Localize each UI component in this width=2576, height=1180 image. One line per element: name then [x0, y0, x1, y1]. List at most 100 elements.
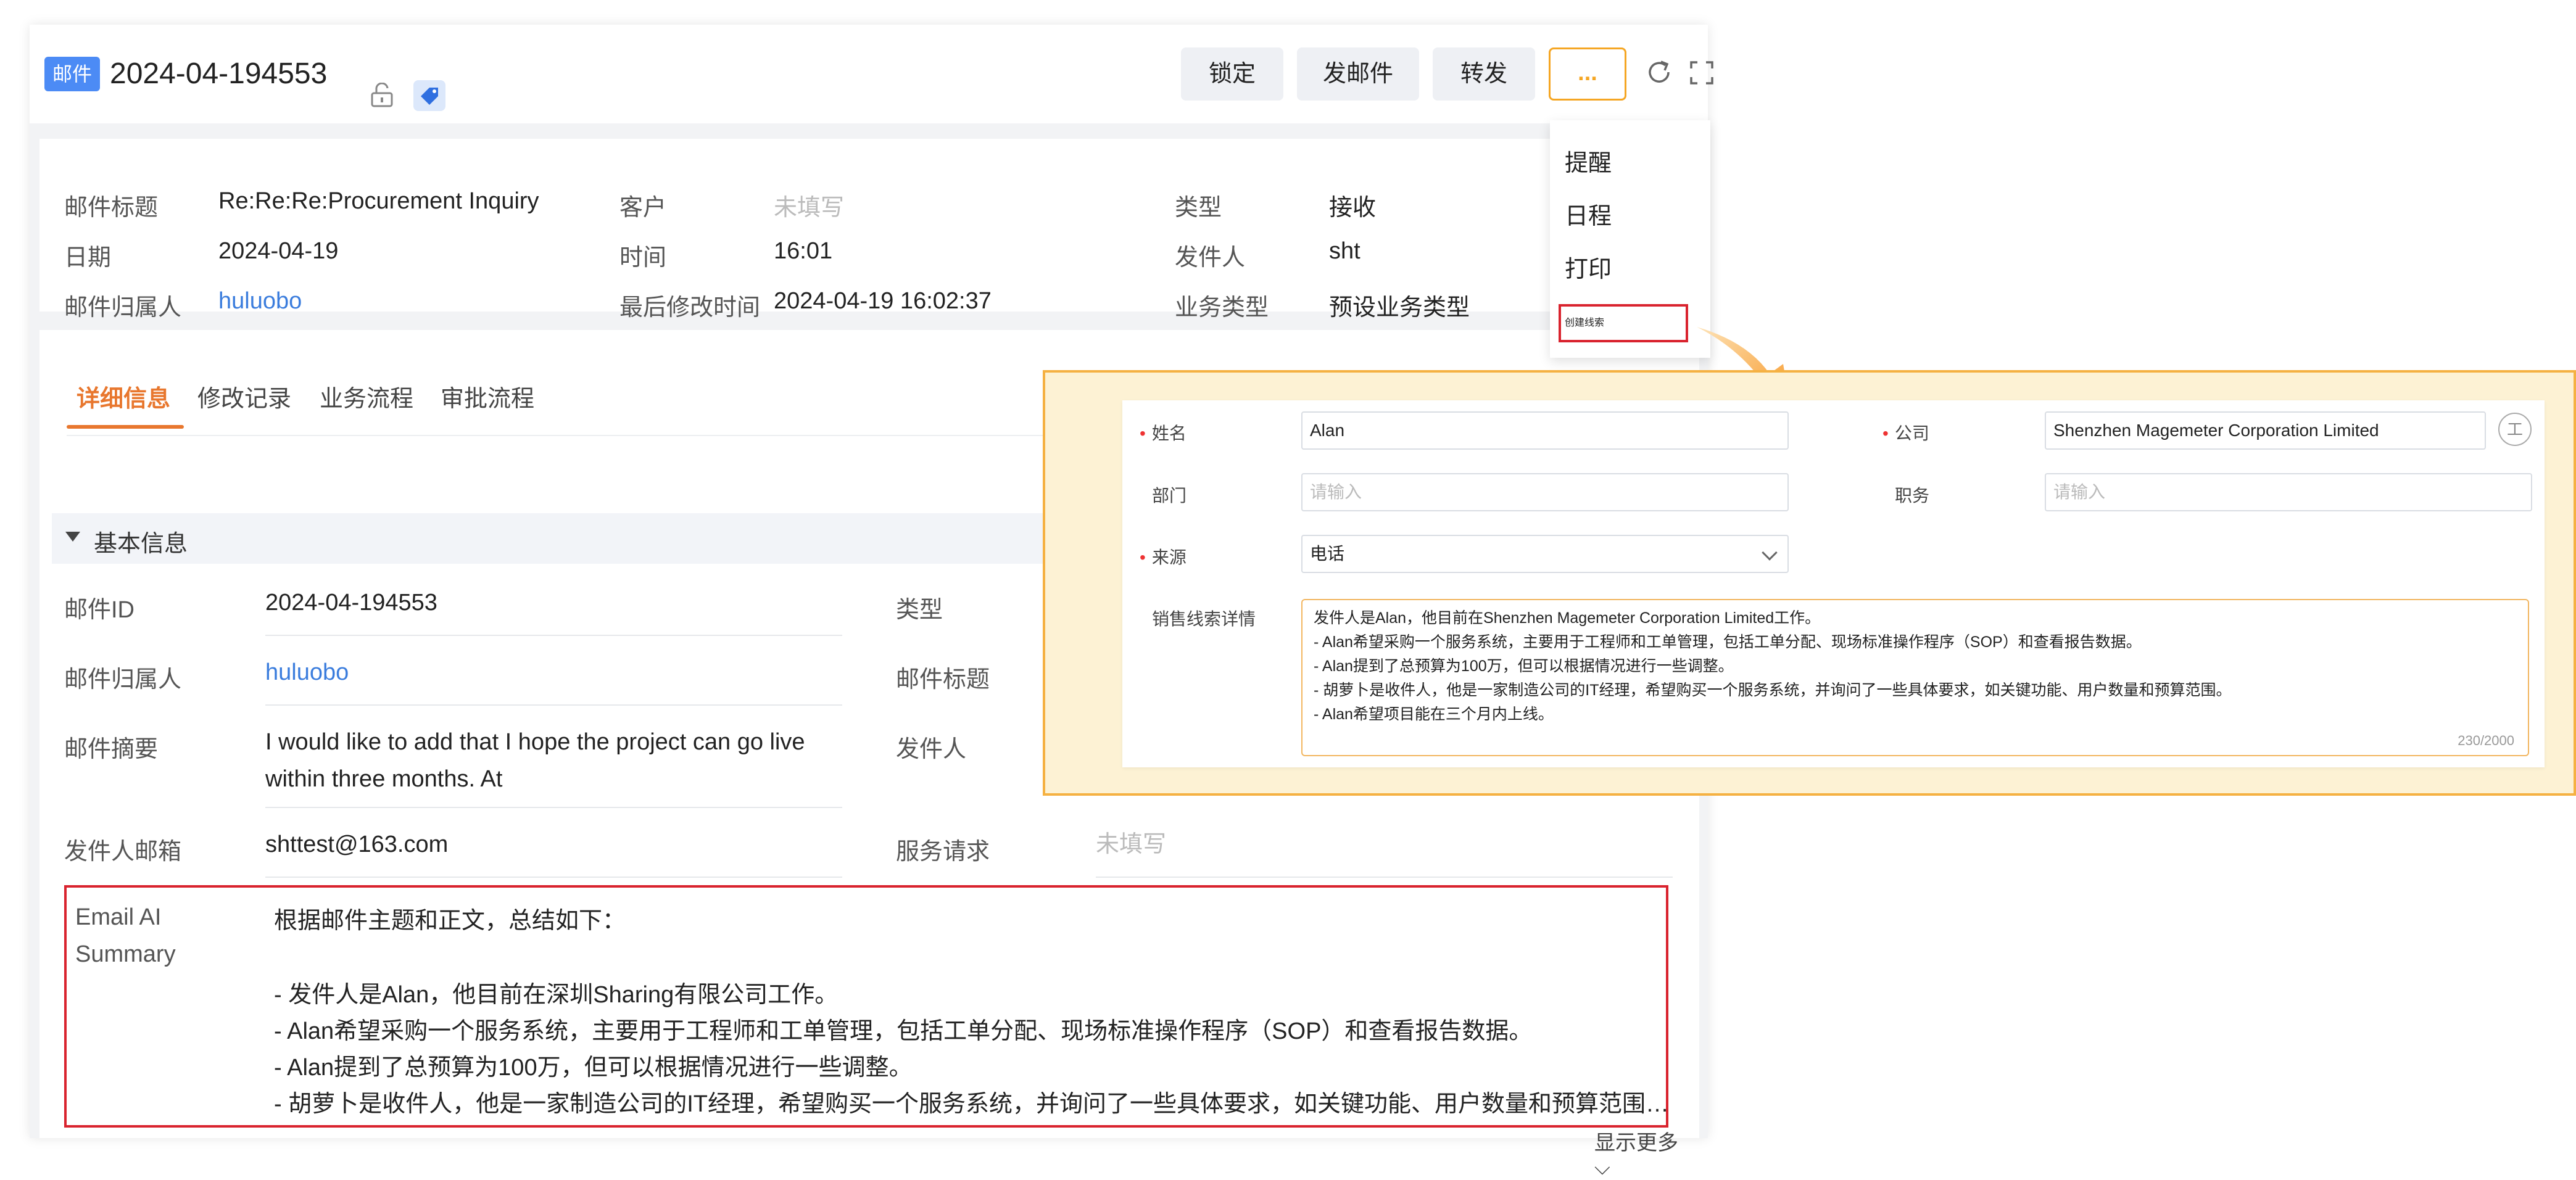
field-value-email-id: 2024-04-194553 [265, 590, 437, 616]
name-input[interactable]: Alan [1301, 411, 1789, 450]
summary-label: 邮件标题 [64, 195, 159, 221]
ai-summary-line: - 胡萝卜是收件人，他是一家制造公司的IT经理，希望购买一个服务系统，并询问了一… [274, 1091, 1669, 1117]
textarea-line: - Alan希望采购一个服务系统，主要用于工程师和工单管理，包括工单分配、现场标… [1314, 633, 2142, 651]
field-value-owner-link[interactable]: huluobo [265, 654, 349, 691]
active-tab-indicator [67, 425, 184, 429]
summary-value-owner-link[interactable]: huluobo [218, 288, 302, 315]
char-counter: 230/2000 [2458, 733, 2514, 748]
summary-value-type: 接收 [1329, 195, 1377, 221]
ai-summary-label: Email AI Summary [75, 904, 176, 967]
show-more-label: 显示更多 [1594, 1131, 1678, 1155]
email-type-badge: 邮件 [44, 57, 100, 91]
tab-details[interactable]: 详细信息 [77, 387, 170, 436]
field-underline [265, 704, 842, 706]
field-label: 邮件ID [64, 597, 135, 623]
form-label-text: 姓名 [1151, 424, 1187, 443]
send-email-button[interactable]: 发邮件 [1297, 47, 1419, 101]
field-value-service-request: 未填写 [1096, 831, 1167, 857]
department-input[interactable]: 请输入 [1301, 473, 1789, 511]
field-label: 邮件标题 [896, 667, 990, 693]
form-label-department: 部门 [1152, 486, 1187, 505]
tool-icon[interactable]: 工 [2498, 413, 2532, 446]
more-dropdown-menu: 提醒 日程 打印 创建线索 [1550, 120, 1710, 358]
form-label-position: 职务 [1895, 486, 1930, 505]
textarea-line: - 胡萝卜是收件人，他是一家制造公司的IT经理，希望购买一个服务系统，并询问了一… [1314, 682, 2232, 699]
create-lead-callout: • 姓名 Alan • 公司 Shenzhen Magemeter Corporat… [1043, 370, 2576, 796]
form-label-source: • 来源 [1140, 544, 1187, 569]
summary-label: 日期 [64, 245, 112, 271]
required-asterisk-icon: • [1882, 424, 1889, 443]
field-label: 类型 [896, 597, 943, 623]
field-label: 邮件归属人 [64, 667, 182, 693]
form-label-text: 公司 [1894, 424, 1929, 443]
source-select[interactable]: 电话 [1301, 535, 1789, 573]
caret-down-icon[interactable] [65, 532, 80, 542]
company-input[interactable]: Shenzhen Magemeter Corporation Limited [2045, 411, 2486, 450]
field-label: 发件人邮箱 [64, 839, 182, 865]
unlock-icon[interactable] [370, 83, 394, 107]
field-label: 发件人 [896, 736, 967, 762]
form-label-text: 来源 [1151, 548, 1187, 567]
menu-item-print[interactable]: 打印 [1565, 250, 1612, 284]
chevron-down-icon [1762, 545, 1778, 561]
create-lead-form: • 姓名 Alan • 公司 Shenzhen Magemeter Corporat… [1122, 400, 2545, 767]
summary-value-time: 16:01 [774, 238, 833, 264]
summary-value-modified: 2024-04-19 16:02:37 [774, 288, 992, 314]
page-title: 2024-04-194553 [110, 57, 328, 90]
email-summary-card: 邮件标题 Re:Re:Re:Procurement Inquiry 客户 未填写… [39, 139, 1699, 321]
summary-value-date: 2024-04-19 [218, 238, 339, 264]
field-label: 邮件摘要 [64, 736, 159, 762]
required-asterisk-icon: • [1140, 424, 1146, 443]
chevron-down-icon: ⌵ [1594, 1156, 1610, 1179]
form-label-company: • 公司 [1882, 420, 1929, 445]
source-select-value: 电话 [1310, 544, 1345, 563]
tab-business-process[interactable]: 业务流程 [320, 387, 413, 436]
ai-summary-highlight: Email AI Summary 根据邮件主题和正文，总结如下： - 发件人是A… [64, 885, 1669, 1128]
tab-approval-process[interactable]: 审批流程 [441, 387, 534, 436]
position-input[interactable]: 请输入 [2045, 473, 2532, 511]
field-value-abstract-line1: I would like to add that I hope the proj… [265, 729, 805, 755]
field-value-abstract-line2: within three months. At [265, 766, 503, 792]
textarea-line: - Alan提到了总预算为100万，但可以根据情况进行一些调整。 [1314, 658, 1734, 675]
field-underline [265, 635, 842, 636]
section-title: 基本信息 [94, 531, 188, 557]
field-underline [1096, 877, 1673, 878]
summary-label: 邮件归属人 [64, 295, 182, 321]
ai-summary-line: - 发件人是Alan，他目前在深圳Sharing有限公司工作。 [274, 982, 839, 1008]
field-underline [265, 877, 842, 878]
field-underline [265, 807, 842, 808]
ai-summary-line: - Alan希望采购一个服务系统，主要用于工程师和工单管理，包括工单分配、现场标… [274, 1018, 1533, 1044]
lead-details-textarea[interactable]: 发件人是Alan，他目前在Shenzhen Magemeter Corporat… [1301, 599, 2529, 756]
summary-label: 客户 [619, 195, 667, 221]
menu-item-reminder[interactable]: 提醒 [1565, 144, 1612, 178]
fullscreen-icon[interactable] [1689, 60, 1714, 85]
ai-summary-line: - Alan提到了总预算为100万，但可以根据情况进行一些调整。 [274, 1055, 913, 1081]
menu-item-schedule[interactable]: 日程 [1565, 197, 1612, 231]
tag-icon[interactable] [412, 79, 447, 112]
menu-item-create-lead[interactable]: 创建线索 [1559, 304, 1688, 342]
form-label-details: 销售线索详情 [1152, 609, 1256, 629]
summary-value-sender: sht [1329, 238, 1360, 264]
summary-label: 发件人 [1175, 245, 1246, 271]
summary-label: 业务类型 [1175, 295, 1269, 321]
required-asterisk-icon: • [1140, 548, 1146, 567]
summary-label: 时间 [619, 245, 667, 271]
lock-button[interactable]: 锁定 [1181, 47, 1283, 101]
summary-label: 类型 [1175, 195, 1222, 221]
ai-summary-intro: 根据邮件主题和正文，总结如下： [274, 908, 626, 934]
summary-value-business-type: 预设业务类型 [1329, 295, 1470, 321]
more-button[interactable]: ... [1549, 47, 1626, 101]
field-value-sender-email: shttest@163.com [265, 831, 449, 857]
summary-value-subject: Re:Re:Re:Procurement Inquiry [218, 188, 539, 214]
textarea-line: 发件人是Alan，他目前在Shenzhen Magemeter Corporat… [1314, 609, 1821, 627]
header-bar: 邮件 2024-04-194553 锁定 发邮件 转发 ... [30, 25, 1713, 123]
summary-value-customer: 未填写 [774, 195, 845, 221]
tab-change-log[interactable]: 修改记录 [197, 387, 291, 436]
refresh-icon[interactable] [1645, 58, 1673, 86]
show-more-link[interactable]: 显示更多 ⌵ [1594, 1126, 1699, 1180]
field-label: 服务请求 [896, 839, 990, 865]
summary-label: 最后修改时间 [619, 295, 761, 321]
form-label-name: • 姓名 [1140, 420, 1187, 445]
forward-button[interactable]: 转发 [1433, 47, 1535, 101]
textarea-line: - Alan希望项目能在三个月内上线。 [1314, 706, 1554, 723]
